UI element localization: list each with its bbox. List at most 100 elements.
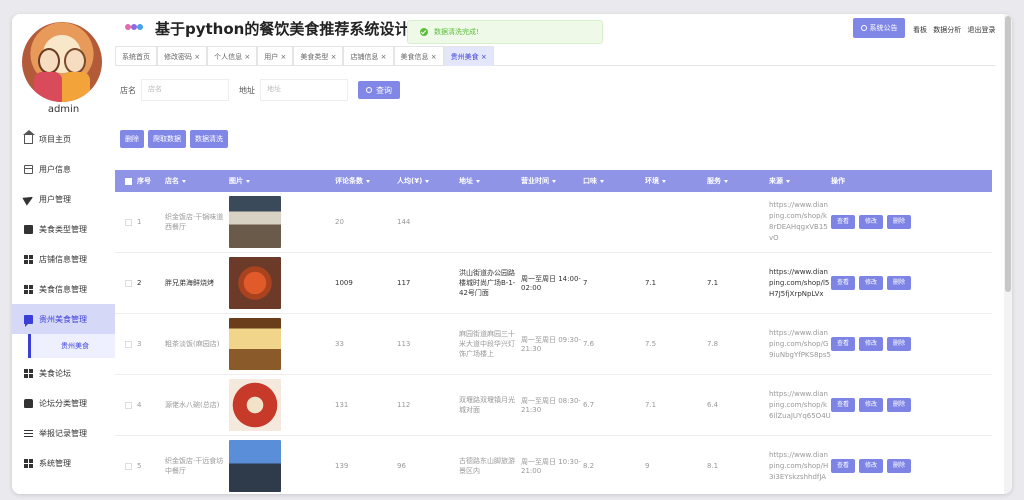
cell-hours: 周一至周日 09:30-21:30 — [521, 336, 581, 353]
sidebar-item-home[interactable]: 项目主页 — [12, 124, 115, 154]
edit-button[interactable]: 修改 — [859, 276, 884, 290]
grid-icon — [24, 458, 33, 468]
sort-icon — [600, 179, 604, 183]
view-button[interactable]: 查看 — [831, 215, 856, 229]
sidebar-item-forum[interactable]: 美食论坛 — [12, 358, 115, 388]
cell-source: https://www.dianping.com/shop/l5H7J5fjXr… — [769, 267, 830, 298]
cell-no: 1 — [137, 218, 142, 226]
food-image[interactable] — [229, 379, 281, 431]
row-checkbox[interactable] — [125, 462, 132, 470]
tab-profile[interactable]: 个人信息 × — [207, 46, 258, 66]
view-button[interactable]: 查看 — [831, 276, 856, 290]
tab-guizhou-food[interactable]: 贵州美食 × — [443, 46, 494, 66]
close-icon[interactable]: × — [331, 53, 337, 61]
tab-food-info[interactable]: 美食信息 × — [393, 46, 444, 66]
cell-source: https://www.dianping.com/shop/G9iuNbgYfP… — [769, 328, 831, 359]
action-bar: 删除 爬取数据 数据清洗 — [120, 130, 232, 148]
analysis-link[interactable]: 数据分析 — [933, 26, 961, 34]
sort-icon — [724, 179, 728, 183]
row-checkbox[interactable] — [125, 218, 132, 226]
sidebar-item-report[interactable]: 举报记录管理 — [12, 418, 115, 448]
row-delete-button[interactable]: 删除 — [887, 398, 912, 412]
col-service[interactable]: 服务 — [707, 176, 769, 186]
row-checkbox[interactable] — [125, 401, 132, 409]
select-all-checkbox[interactable] — [125, 177, 132, 185]
tab-home[interactable]: 系统首页 — [115, 46, 157, 66]
view-button[interactable]: 查看 — [831, 459, 856, 473]
sidebar-item-guizhou-food[interactable]: 贵州美食管理 — [12, 304, 115, 334]
search-bar: 店名 店名 地址 地址 查询 — [120, 78, 400, 102]
row-delete-button[interactable]: 删除 — [887, 459, 912, 473]
tab-bar: 系统首页 修改密码 × 个人信息 × 用户 × 美食类型 × 店铺信息 × 美食… — [115, 46, 995, 66]
cell-addr: 麻园街道麻园三十米大道中段华兴灯饰广场楼上 — [459, 330, 515, 358]
col-source[interactable]: 来源 — [769, 176, 831, 186]
sidebar-subitem-guizhou[interactable]: 贵州美食 — [28, 334, 115, 358]
tab-food-type[interactable]: 美食类型 × — [293, 46, 344, 66]
col-pic[interactable]: 图片 — [229, 176, 335, 186]
cell-avg: 96 — [397, 462, 406, 470]
sidebar-item-forum-category[interactable]: 论坛分类管理 — [12, 388, 115, 418]
close-icon[interactable]: × — [431, 53, 437, 61]
send-icon — [22, 192, 35, 206]
edit-icon — [24, 224, 33, 234]
close-icon[interactable]: × — [244, 53, 250, 61]
cell-addr: 双堰路双堰镇月光城对面 — [459, 396, 515, 414]
row-delete-button[interactable]: 删除 — [887, 276, 912, 290]
address-label: 地址 — [239, 85, 255, 95]
col-taste[interactable]: 口味 — [583, 176, 645, 186]
cell-service: 7.1 — [707, 279, 719, 287]
cell-env: 7.1 — [645, 279, 657, 287]
clean-button[interactable]: 数据清洗 — [190, 130, 228, 148]
sidebar-item-food-type[interactable]: 美食类型管理 — [12, 214, 115, 244]
scrollbar[interactable] — [1004, 14, 1012, 494]
close-icon[interactable]: × — [194, 53, 200, 61]
sidebar-item-shop[interactable]: 店铺信息管理 — [12, 244, 115, 274]
tab-shop[interactable]: 店铺信息 × — [343, 46, 394, 66]
row-delete-button[interactable]: 删除 — [887, 337, 912, 351]
cell-env: 9 — [645, 462, 650, 470]
scrollbar-thumb[interactable] — [1005, 16, 1011, 292]
col-comments[interactable]: 评论条数 — [335, 176, 397, 186]
close-icon[interactable]: × — [280, 53, 286, 61]
sidebar-item-food-info[interactable]: 美食信息管理 — [12, 274, 115, 304]
edit-button[interactable]: 修改 — [859, 398, 884, 412]
view-button[interactable]: 查看 — [831, 398, 856, 412]
sidebar-item-system[interactable]: 系统管理 — [12, 448, 115, 478]
row-checkbox[interactable] — [125, 340, 132, 348]
col-avg[interactable]: 人均(¥) — [397, 176, 459, 186]
food-image[interactable] — [229, 318, 281, 370]
avatar[interactable] — [22, 22, 102, 102]
food-image[interactable] — [229, 196, 281, 248]
view-button[interactable]: 查看 — [831, 337, 856, 351]
edit-button[interactable]: 修改 — [859, 459, 884, 473]
food-image[interactable] — [229, 440, 281, 492]
col-name[interactable]: 店名 — [165, 176, 229, 186]
col-env[interactable]: 环境 — [645, 176, 707, 186]
logout-link[interactable]: 退出登录 — [967, 26, 995, 34]
edit-button[interactable]: 修改 — [859, 215, 884, 229]
delete-button[interactable]: 删除 — [120, 130, 144, 148]
crawl-button[interactable]: 爬取数据 — [148, 130, 186, 148]
grid-icon — [24, 284, 33, 294]
food-image[interactable] — [229, 257, 281, 309]
shop-name-input[interactable]: 店名 — [141, 79, 229, 101]
close-icon[interactable]: × — [381, 53, 387, 61]
cell-no: 5 — [137, 462, 142, 470]
close-icon[interactable]: × — [481, 53, 487, 61]
table-row: 3 粗茶淡饭(麻园店) 33 113 麻园街道麻园三十米大道中段华兴灯饰广场楼上 周一至周… — [115, 314, 992, 375]
row-checkbox[interactable] — [125, 279, 132, 287]
col-addr[interactable]: 地址 — [459, 176, 521, 186]
sidebar-item-user-manage[interactable]: 用户管理 — [12, 184, 115, 214]
home-icon — [23, 129, 35, 144]
notice-button[interactable]: 系统公告 — [853, 18, 905, 38]
query-button[interactable]: 查询 — [358, 81, 400, 99]
row-delete-button[interactable]: 删除 — [887, 215, 912, 229]
tab-user[interactable]: 用户 × — [257, 46, 294, 66]
sidebar-item-user-info[interactable]: 用户信息 — [12, 154, 115, 184]
dashboard-link[interactable]: 看板 — [913, 26, 927, 34]
success-toast: 数据清洗完成! — [407, 20, 603, 44]
address-input[interactable]: 地址 — [260, 79, 348, 101]
edit-button[interactable]: 修改 — [859, 337, 884, 351]
tab-password[interactable]: 修改密码 × — [157, 46, 208, 66]
col-hours[interactable]: 营业时间 — [521, 176, 583, 186]
